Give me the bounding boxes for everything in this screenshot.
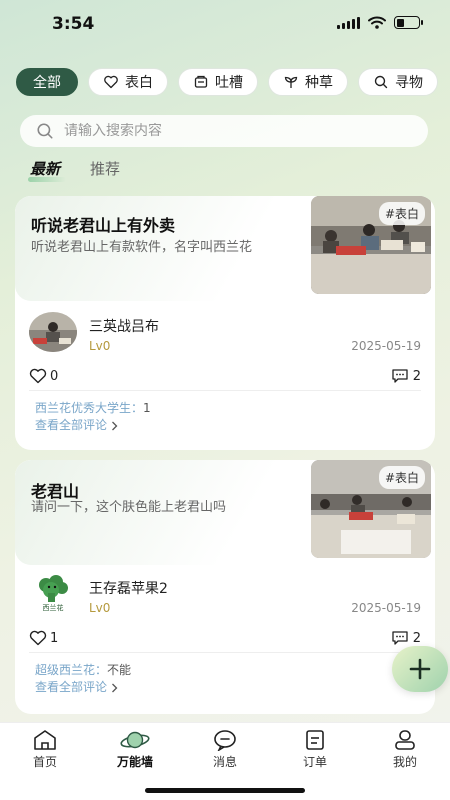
post-author[interactable]: 三英战吕布 Lv0 2025-05-19 <box>29 312 421 358</box>
like-count: 0 <box>50 368 59 384</box>
status-bar: 3:54 <box>0 0 450 48</box>
comment-count: 2 <box>412 368 421 384</box>
post-author[interactable]: 西兰花 王存磊苹果2 Lv0 2025-05-19 <box>29 574 421 620</box>
post-card[interactable]: 听说老君山上有外卖 听说老君山上有款软件，名字叫西兰花 #表白 三英战吕布 Lv… <box>15 196 435 450</box>
avatar: 西兰花 <box>29 574 77 614</box>
signal-icon <box>337 16 360 29</box>
chat-bubble-icon <box>214 730 236 751</box>
search-input[interactable] <box>64 123 404 139</box>
plus-icon <box>409 658 431 680</box>
battery-icon <box>394 16 423 29</box>
tab-latest[interactable]: 最新 <box>27 158 67 182</box>
home-icon <box>34 730 56 750</box>
comment-text: 不能 <box>107 663 132 677</box>
chevron-right-icon <box>112 421 118 430</box>
comment-icon <box>392 631 408 645</box>
search-icon <box>37 123 53 139</box>
comment-text: 1 <box>143 401 151 415</box>
post-content: 请问一下，这个肤色能上老君山吗 <box>31 500 227 515</box>
nav-orders[interactable]: 订单 <box>280 729 350 770</box>
author-level: Lv0 <box>89 601 111 615</box>
comment-author: 超级西兰花： <box>35 663 108 677</box>
nav-label: 万能墙 <box>116 755 153 769</box>
view-all-label: 查看全部评论 <box>35 418 108 432</box>
category-label: 表白 <box>125 75 153 91</box>
post-date: 2025-05-19 <box>351 601 421 615</box>
nav-messages[interactable]: 消息 <box>190 729 260 770</box>
svg-text:西兰花: 西兰花 <box>43 603 64 612</box>
category-label: 寻物 <box>395 75 423 91</box>
create-post-button[interactable] <box>392 646 448 692</box>
comment-preview: 超级西兰花：不能 查看全部评论 <box>35 662 131 696</box>
like-button[interactable]: 1 <box>29 630 58 646</box>
comment-button[interactable]: 2 <box>391 368 421 384</box>
view-all-label: 查看全部评论 <box>35 680 108 694</box>
wifi-icon <box>368 16 386 29</box>
category-label: 种草 <box>305 75 333 91</box>
view-all-comments-link[interactable]: 查看全部评论 <box>35 417 151 434</box>
nav-home[interactable]: 首页 <box>10 729 80 770</box>
heart-icon <box>104 75 118 89</box>
category-chip-complain[interactable]: 吐槽 <box>178 68 258 96</box>
category-label: 吐槽 <box>215 75 243 91</box>
avatar <box>29 312 77 352</box>
post-date: 2025-05-19 <box>351 339 421 353</box>
tab-recommend[interactable]: 推荐 <box>90 158 120 179</box>
nav-label: 消息 <box>212 755 237 769</box>
nav-wall[interactable]: 万能墙 <box>100 729 170 770</box>
author-name: 王存磊苹果2 <box>89 581 168 597</box>
user-icon <box>395 730 415 750</box>
home-indicator <box>145 788 305 793</box>
like-button[interactable]: 0 <box>29 368 58 384</box>
post-title: 听说老君山上有外卖 <box>31 216 176 235</box>
sprout-icon <box>284 76 298 88</box>
comment-count: 2 <box>412 630 421 646</box>
like-count: 1 <box>50 630 59 646</box>
post-image[interactable]: #表白 <box>311 460 431 558</box>
chevron-right-icon <box>112 683 118 692</box>
comment-item: 超级西兰花：不能 <box>35 662 131 679</box>
post-header: 老君山 请问一下，这个肤色能上老君山吗 #表白 <box>15 460 435 565</box>
nav-label: 首页 <box>32 755 57 769</box>
box-icon <box>194 75 208 88</box>
category-chip-all[interactable]: 全部 <box>16 68 78 96</box>
search-icon <box>374 75 388 89</box>
post-header: 听说老君山上有外卖 听说老君山上有款软件，名字叫西兰花 #表白 <box>15 196 435 301</box>
author-name: 三英战吕布 <box>89 319 159 335</box>
category-label: 全部 <box>33 75 61 91</box>
planet-icon <box>120 731 150 749</box>
comment-button[interactable]: 2 <box>391 630 421 646</box>
category-bar: 全部 表白 吐槽 种草 寻物 <box>16 68 450 96</box>
post-actions: 1 2 <box>29 630 421 653</box>
post-content: 听说老君山上有款软件，名字叫西兰花 <box>31 240 253 255</box>
comment-item: 西兰花优秀大学生：1 <box>35 400 151 417</box>
search-bar[interactable] <box>20 115 428 147</box>
post-tag: #表白 <box>378 466 425 489</box>
comment-author: 西兰花优秀大学生： <box>35 401 144 415</box>
category-chip-recommend[interactable]: 种草 <box>268 68 348 96</box>
status-icons <box>337 16 423 29</box>
category-chip-lost-found[interactable]: 寻物 <box>358 68 438 96</box>
nav-label: 订单 <box>302 755 327 769</box>
status-time: 3:54 <box>52 14 95 34</box>
post-card[interactable]: 老君山 请问一下，这个肤色能上老君山吗 #表白 西兰花 王存磊苹果2 Lv0 2… <box>15 460 435 714</box>
feed-tabs: 最新 推荐 <box>27 158 120 182</box>
post-actions: 0 2 <box>29 368 421 391</box>
author-level: Lv0 <box>89 339 111 353</box>
comment-icon <box>392 369 408 383</box>
nav-label: 我的 <box>392 755 417 769</box>
order-list-icon <box>306 730 324 750</box>
heart-icon <box>29 368 47 384</box>
nav-mine[interactable]: 我的 <box>370 729 440 770</box>
view-all-comments-link[interactable]: 查看全部评论 <box>35 679 131 696</box>
post-image[interactable]: #表白 <box>311 196 431 294</box>
heart-icon <box>29 630 47 646</box>
category-chip-confession[interactable]: 表白 <box>88 68 168 96</box>
post-tag: #表白 <box>378 202 425 225</box>
comment-preview: 西兰花优秀大学生：1 查看全部评论 <box>35 400 151 434</box>
